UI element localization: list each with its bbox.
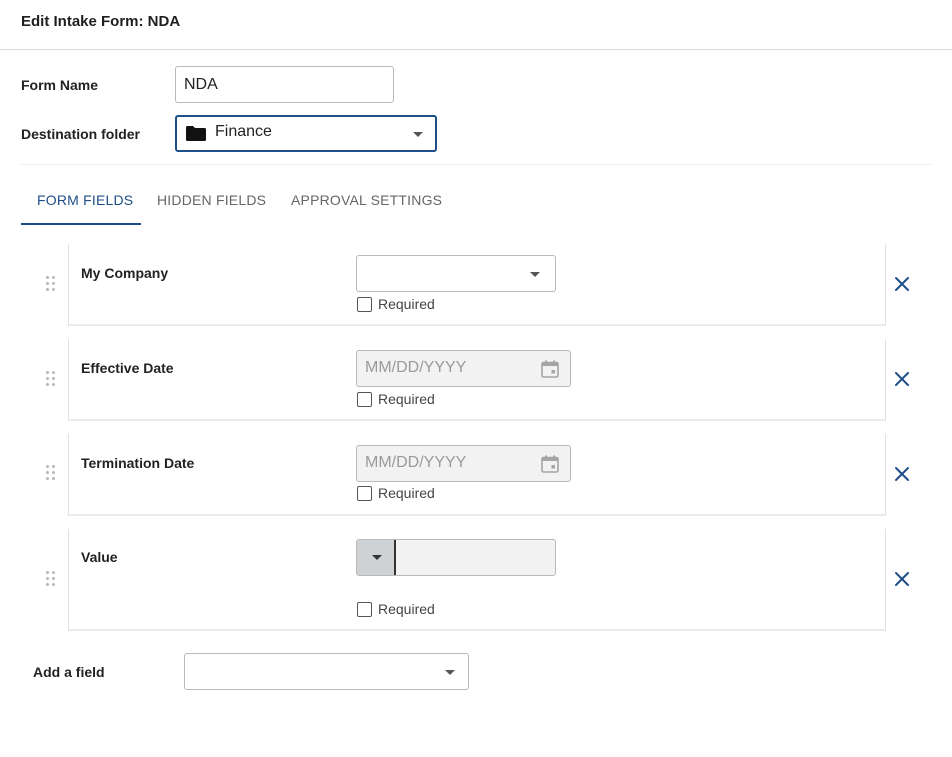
my-company-select[interactable] bbox=[356, 255, 556, 292]
drag-handle-icon[interactable] bbox=[46, 276, 56, 294]
effective-date-input[interactable]: MM/DD/YYYY bbox=[356, 350, 571, 387]
required-row: Required bbox=[357, 296, 435, 312]
destination-folder-value: Finance bbox=[215, 123, 272, 140]
form-name-label: Form Name bbox=[21, 77, 99, 93]
drag-handle-icon[interactable] bbox=[46, 371, 56, 389]
required-label: Required bbox=[378, 391, 435, 407]
close-icon[interactable] bbox=[893, 370, 911, 388]
add-field-label: Add a field bbox=[33, 664, 105, 680]
drag-handle-icon[interactable] bbox=[46, 571, 56, 589]
form-name-input[interactable]: NDA bbox=[175, 66, 394, 103]
currency-select-button[interactable] bbox=[357, 540, 396, 575]
page-header: Edit Intake Form: NDA bbox=[0, 0, 952, 50]
form-name-value: NDA bbox=[184, 75, 218, 93]
date-placeholder: MM/DD/YYYY bbox=[365, 454, 467, 471]
field-label-value: Value bbox=[81, 549, 118, 565]
field-label-effective-date: Effective Date bbox=[81, 360, 174, 376]
destination-folder-label: Destination folder bbox=[21, 126, 141, 142]
required-checkbox[interactable] bbox=[357, 485, 372, 501]
drag-handle-icon[interactable] bbox=[46, 465, 56, 483]
calendar-icon[interactable] bbox=[541, 455, 559, 473]
tab-form-fields[interactable]: FORM FIELDS bbox=[37, 192, 133, 208]
folder-icon bbox=[186, 126, 206, 141]
field-label-termination-date: Termination Date bbox=[81, 455, 195, 471]
required-checkbox[interactable] bbox=[357, 391, 372, 407]
field-label-my-company: My Company bbox=[81, 265, 169, 281]
required-label: Required bbox=[378, 296, 435, 312]
tab-hidden-fields[interactable]: HIDDEN FIELDS bbox=[157, 192, 266, 208]
required-label: Required bbox=[378, 485, 435, 501]
chevron-down-icon bbox=[530, 272, 540, 277]
close-icon[interactable] bbox=[893, 275, 911, 293]
required-checkbox[interactable] bbox=[357, 601, 372, 617]
chevron-down-icon bbox=[445, 670, 455, 675]
required-label: Required bbox=[378, 601, 435, 617]
required-row: Required bbox=[357, 391, 435, 407]
calendar-icon[interactable] bbox=[541, 360, 559, 378]
tab-approval-settings[interactable]: APPROVAL SETTINGS bbox=[291, 192, 442, 208]
required-row: Required bbox=[357, 485, 435, 501]
divider bbox=[21, 164, 931, 165]
required-checkbox[interactable] bbox=[357, 296, 372, 312]
close-icon[interactable] bbox=[893, 465, 911, 483]
chevron-down-icon bbox=[372, 555, 382, 560]
active-tab-indicator bbox=[21, 223, 141, 225]
page-title: Edit Intake Form: NDA bbox=[21, 13, 181, 30]
required-row: Required bbox=[357, 601, 435, 617]
termination-date-input[interactable]: MM/DD/YYYY bbox=[356, 445, 571, 482]
chevron-down-icon bbox=[413, 132, 423, 137]
destination-folder-select[interactable]: Finance bbox=[175, 115, 437, 152]
add-field-select[interactable] bbox=[184, 653, 469, 690]
date-placeholder: MM/DD/YYYY bbox=[365, 359, 467, 376]
close-icon[interactable] bbox=[893, 570, 911, 588]
value-currency-input[interactable] bbox=[356, 539, 556, 576]
